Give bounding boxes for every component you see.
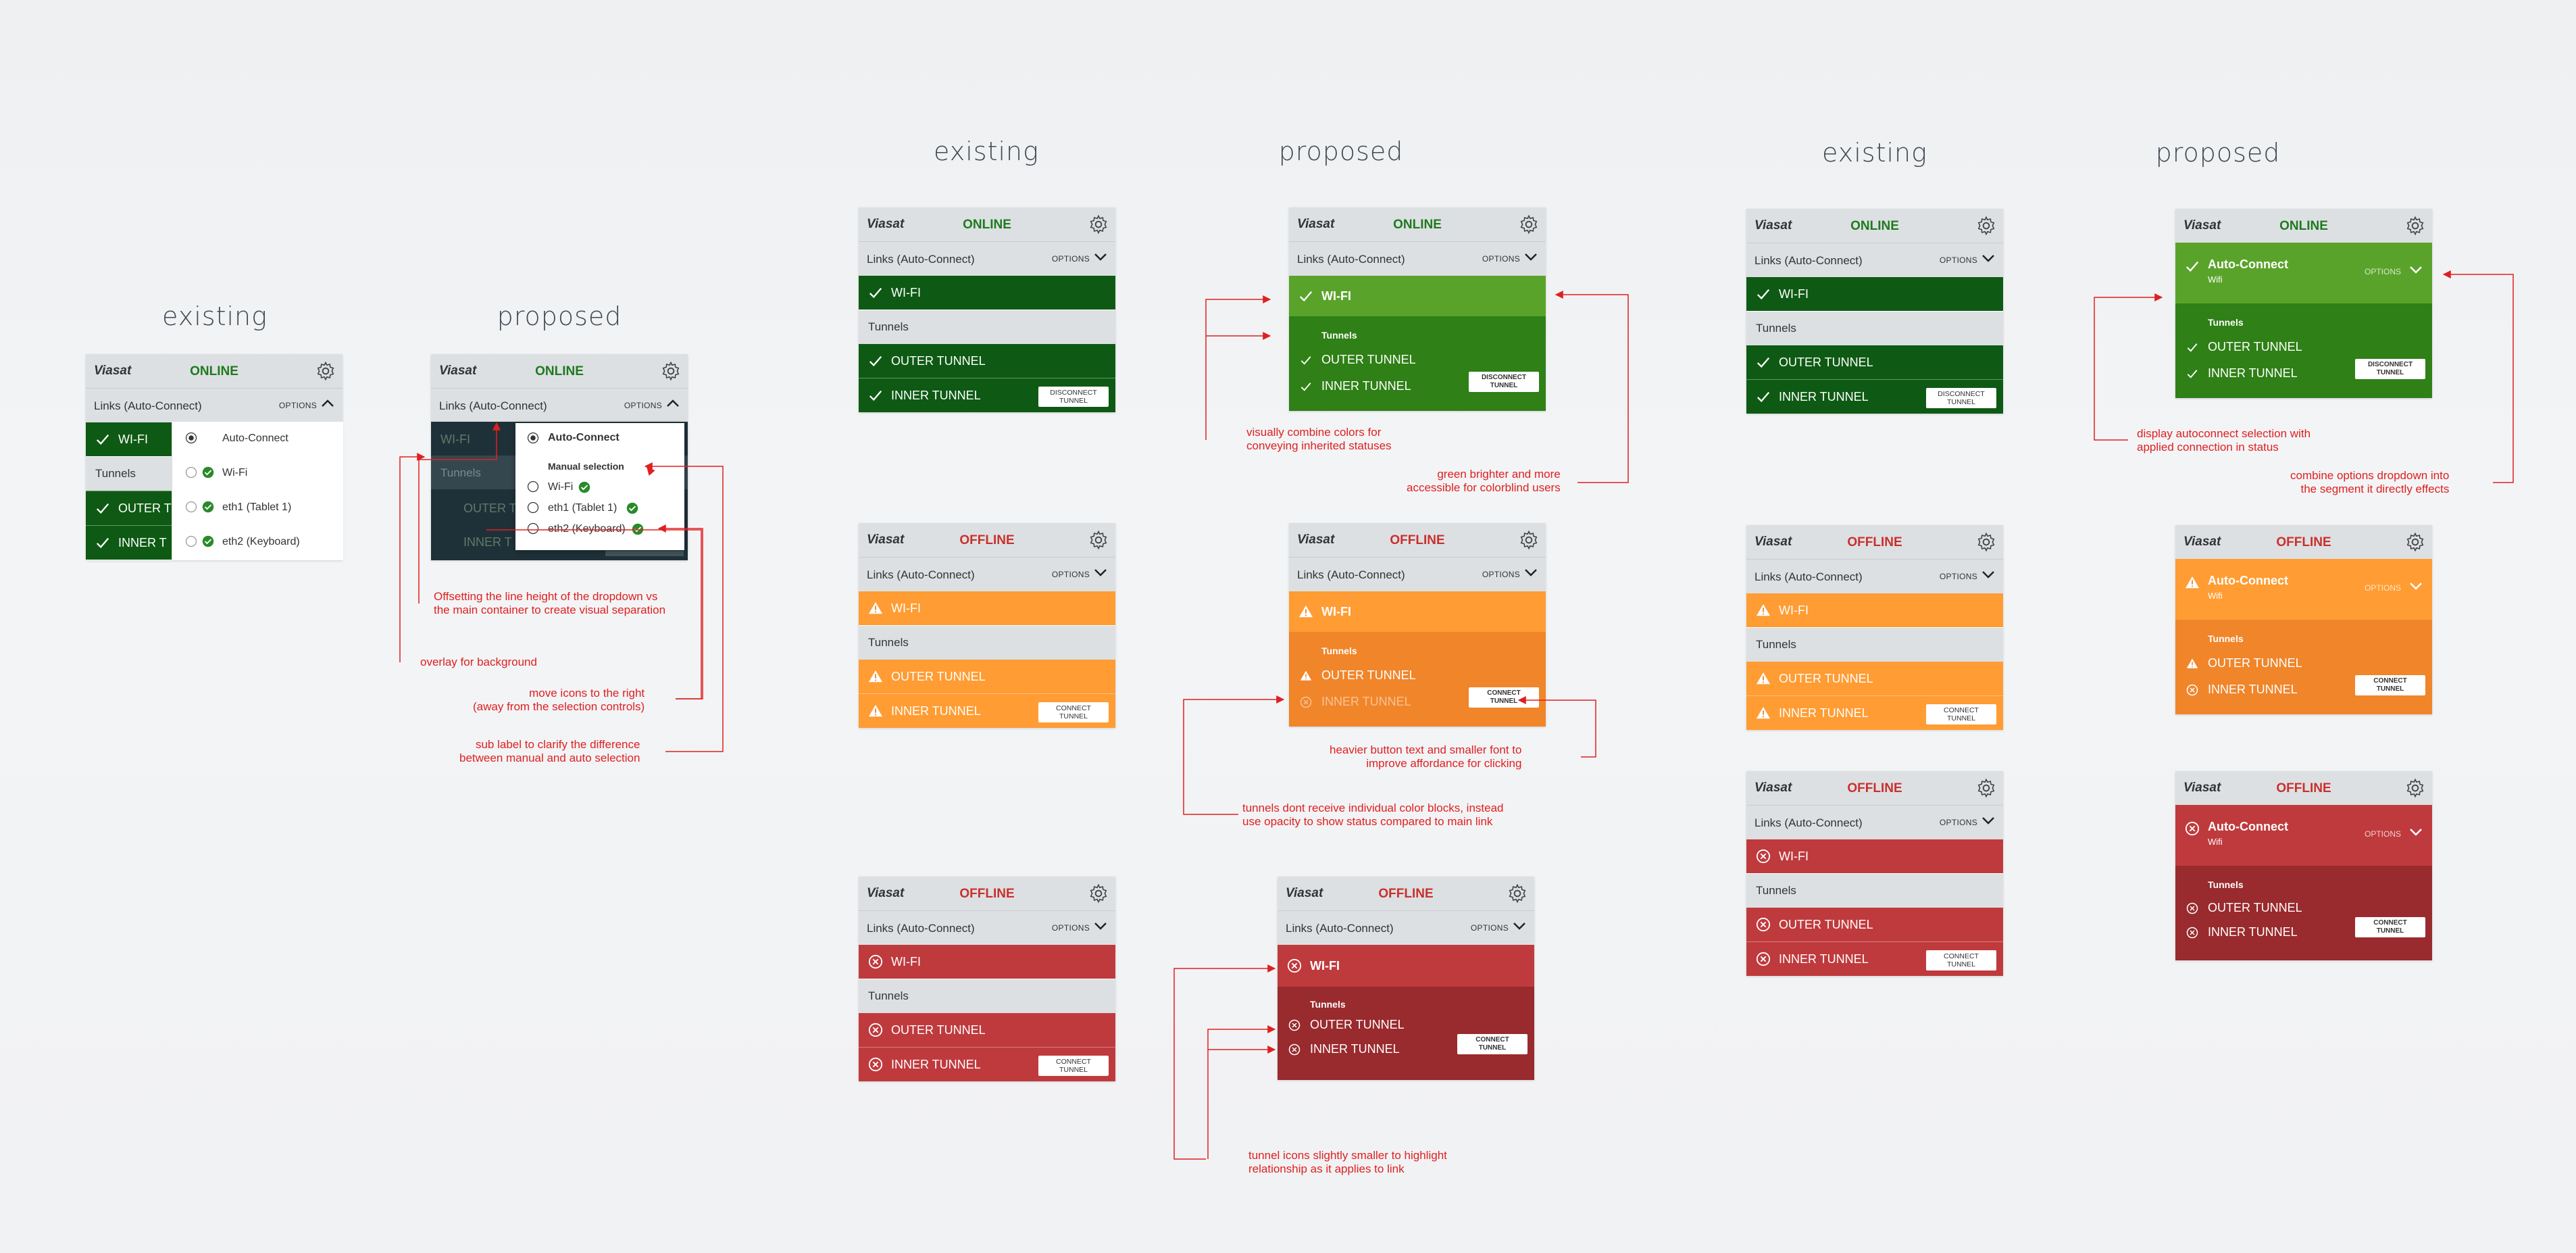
note-button-text: heavier button text and smaller font to i… [1330,743,1522,770]
note-overlay: overlay for background [420,656,537,668]
note-sub-label: sub label to clarify the difference betwe… [459,738,640,764]
note-combine-options: combine options dropdown into the segment… [2290,469,2450,495]
note-icon-size: tunnel icons slightly smaller to highlig… [1248,1149,1447,1175]
annotation-lines [399,270,2514,1160]
note-green-brighter: green brighter and more accessible for co… [1407,468,1561,494]
note-tunnel-opacity: tunnels dont receive individual color bl… [1242,802,1504,828]
note-combine-colors: visually combine colors for conveying inh… [1246,426,1392,452]
note-move-icons: move icons to the right (away from the se… [473,687,645,713]
note-autoconnect-display: display autoconnect selection with applie… [2137,427,2311,453]
note-line-height: Offsetting the line height of the dropdo… [434,590,666,616]
